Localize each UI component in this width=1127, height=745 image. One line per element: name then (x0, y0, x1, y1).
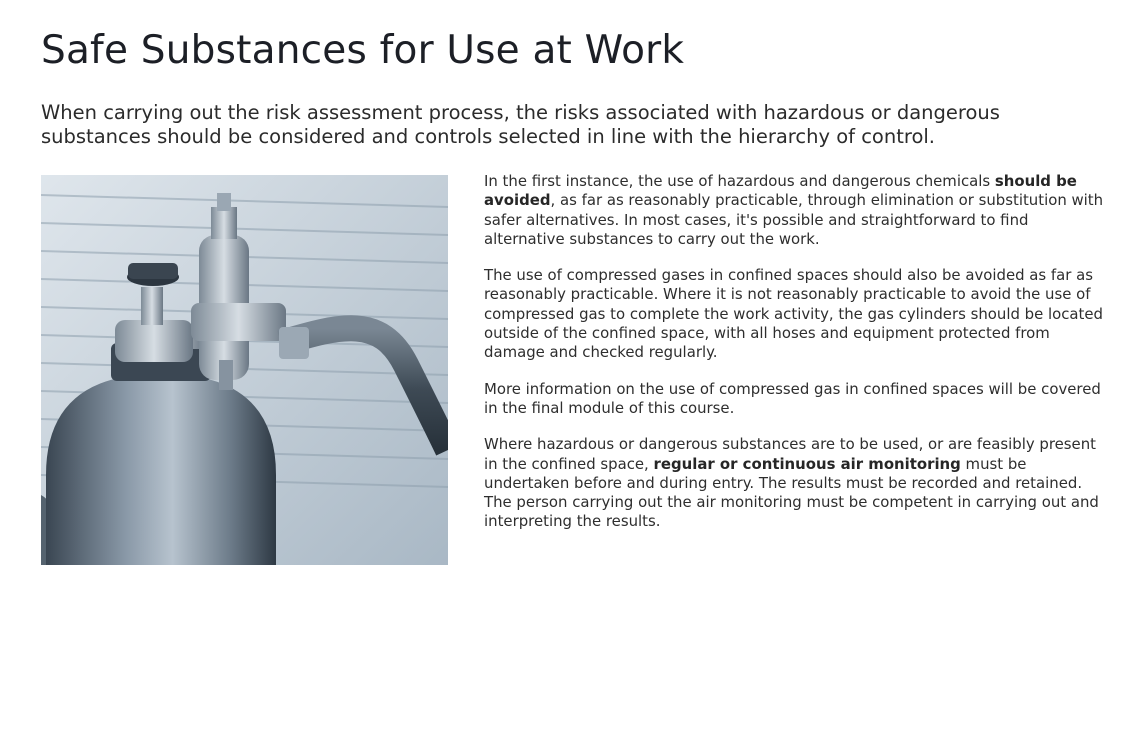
emphasis-air-monitoring: regular or continuous air monitoring (653, 454, 961, 473)
paragraph-compressed-gases: The use of compressed gases in confined … (484, 266, 1104, 362)
gas-cylinder-photo-icon (41, 175, 448, 565)
intro-text: When carrying out the risk assessment pr… (41, 101, 1000, 148)
paragraph-more-information: More information on the use of compresse… (484, 379, 1101, 417)
body-text: In the first instance, the use of hazard… (484, 172, 1106, 549)
gas-cylinder-image (41, 175, 448, 565)
paragraph-air-monitoring: Where hazardous or dangerous substances … (484, 435, 1099, 531)
page-title: Safe Substances for Use at Work (41, 28, 685, 73)
paragraph-avoid-chemicals: In the first instance, the use of hazard… (484, 172, 1104, 248)
